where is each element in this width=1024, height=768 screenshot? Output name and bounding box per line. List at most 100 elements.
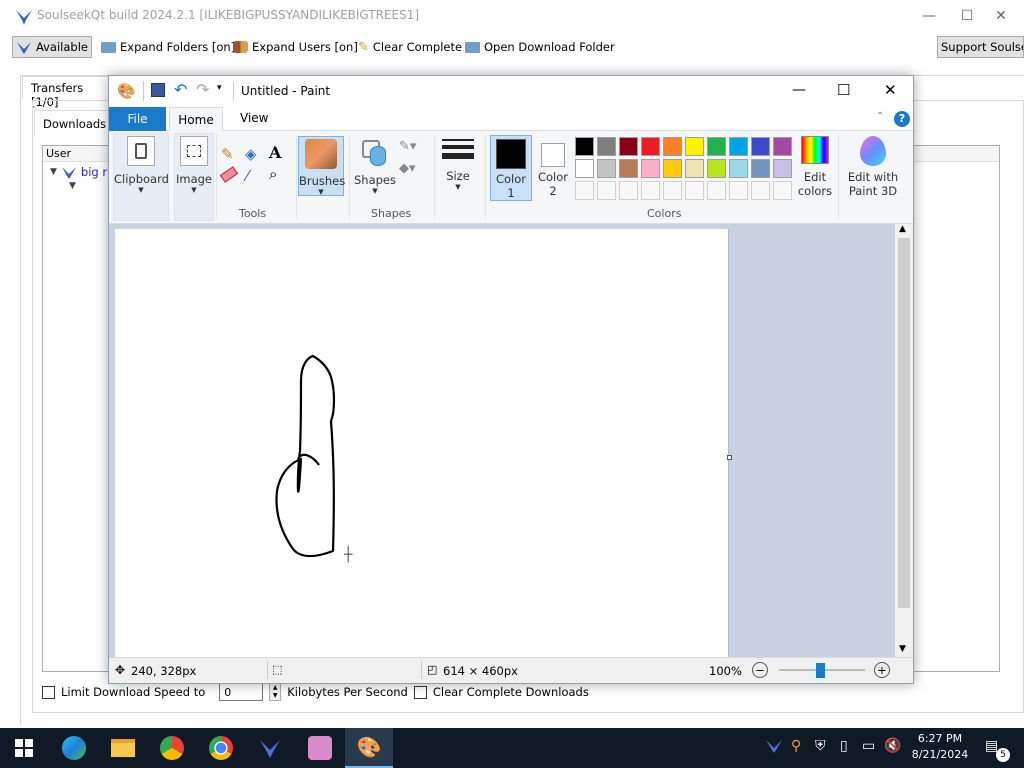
edit-with-paint3d-button[interactable]: Edit with Paint 3D bbox=[843, 136, 903, 198]
color-picker-icon[interactable]: ⁄ bbox=[246, 167, 249, 185]
palette-swatch[interactable] bbox=[751, 137, 770, 156]
clear-complete-button[interactable]: ✎ Clear Complete bbox=[355, 36, 465, 58]
limit-speed-checkbox[interactable] bbox=[42, 685, 55, 699]
palette-swatch[interactable] bbox=[663, 137, 682, 156]
shapes-button[interactable]: Shapes ▼ bbox=[352, 136, 398, 195]
volume-muted-icon[interactable]: 🔇 bbox=[884, 738, 901, 754]
palette-swatch[interactable] bbox=[751, 181, 770, 200]
status-available-button[interactable]: Available bbox=[12, 36, 92, 58]
palette-swatch[interactable] bbox=[773, 159, 792, 178]
clipboard-button[interactable]: Clipboard ▼ bbox=[114, 136, 169, 194]
palette-swatch[interactable] bbox=[641, 137, 660, 156]
zoom-slider-thumb[interactable] bbox=[816, 663, 825, 678]
tab-home[interactable]: Home bbox=[169, 107, 223, 132]
paint-taskbar-button[interactable]: 🎨 bbox=[345, 728, 393, 768]
palette-swatch[interactable] bbox=[575, 159, 594, 178]
clock[interactable]: 6:27 PM 8/21/2024 bbox=[904, 731, 976, 763]
paint-minimize-button[interactable]: — bbox=[792, 82, 806, 98]
edge-taskbar-button[interactable] bbox=[50, 728, 98, 768]
scroll-down-icon[interactable]: ▼ bbox=[899, 644, 906, 654]
palette-swatch[interactable] bbox=[597, 159, 616, 178]
outline-icon[interactable]: ✎▾ bbox=[399, 139, 416, 154]
palette-swatch[interactable] bbox=[619, 137, 638, 156]
shape-fill-icon[interactable]: ◆▾ bbox=[399, 161, 416, 176]
chrome-profile-taskbar-button[interactable] bbox=[148, 728, 196, 768]
expand-folders-button[interactable]: Expand Folders [on] bbox=[98, 36, 238, 58]
expand-users-button[interactable]: Expand Users [on] bbox=[230, 36, 361, 58]
scroll-up-icon[interactable]: ▲ bbox=[899, 224, 906, 234]
tab-transfers[interactable]: Transfers [1/0] bbox=[22, 76, 110, 109]
tab-view[interactable]: View bbox=[240, 111, 268, 125]
palette-swatch[interactable] bbox=[663, 181, 682, 200]
edit-colors-button[interactable]: Edit colors bbox=[797, 136, 833, 198]
collapse-ribbon-icon[interactable]: ⌃ bbox=[876, 111, 884, 122]
explorer-taskbar-button[interactable] bbox=[99, 728, 147, 768]
open-download-folder-button[interactable]: Open Download Folder bbox=[462, 36, 618, 58]
size-button[interactable]: Size ▼ bbox=[439, 136, 477, 191]
palette-swatch[interactable] bbox=[729, 181, 748, 200]
device-tray-icon[interactable]: ▯ bbox=[840, 738, 848, 754]
palette-swatch[interactable] bbox=[685, 181, 704, 200]
zoom-in-icon[interactable]: + bbox=[874, 662, 890, 678]
palette-swatch[interactable] bbox=[575, 181, 594, 200]
palette-swatch[interactable] bbox=[597, 137, 616, 156]
palette-swatch[interactable] bbox=[641, 159, 660, 178]
brushes-button[interactable]: Brushes ▼ bbox=[298, 136, 345, 196]
palette-swatch[interactable] bbox=[597, 181, 616, 200]
palette-swatch[interactable] bbox=[751, 159, 770, 178]
customize-quick-access-icon[interactable]: ▾ bbox=[217, 83, 222, 93]
support-soulseek-button[interactable]: Support Soulseek bbox=[937, 36, 1024, 58]
defender-tray-icon[interactable]: ⛨ bbox=[815, 738, 826, 754]
image-button[interactable]: Image ▼ bbox=[175, 136, 213, 194]
palette-swatch[interactable] bbox=[707, 137, 726, 156]
soulseek-taskbar-button[interactable] bbox=[246, 728, 294, 768]
speed-spinner[interactable]: ▲ ▼ bbox=[269, 683, 282, 701]
palette-swatch[interactable] bbox=[707, 159, 726, 178]
redo-icon[interactable]: ↷ bbox=[196, 80, 209, 99]
pencil-icon[interactable]: ✎ bbox=[221, 145, 234, 163]
palette-swatch[interactable] bbox=[641, 181, 660, 200]
eraser-icon[interactable] bbox=[219, 166, 239, 183]
palette-swatch[interactable] bbox=[773, 181, 792, 200]
start-button[interactable] bbox=[0, 728, 48, 768]
clear-complete-downloads-checkbox[interactable] bbox=[413, 685, 427, 699]
list-item[interactable]: ▼ big r bbox=[50, 165, 107, 179]
palette-swatch[interactable] bbox=[685, 159, 704, 178]
text-icon[interactable]: A bbox=[269, 143, 281, 162]
expand-arrow-icon[interactable]: ▼ bbox=[69, 181, 76, 191]
color1-button[interactable]: Color 1 bbox=[490, 135, 532, 201]
resize-handle[interactable] bbox=[727, 455, 732, 460]
drawing-canvas[interactable]: ┼ bbox=[115, 229, 732, 657]
tab-downloads[interactable]: Downloads bbox=[34, 110, 110, 136]
save-icon[interactable] bbox=[151, 83, 165, 97]
chrome-taskbar-button[interactable] bbox=[197, 728, 245, 768]
search-tray-icon[interactable]: ⚲ bbox=[791, 738, 801, 754]
undo-icon[interactable]: ↶ bbox=[174, 80, 187, 99]
soulseek-tray-icon[interactable] bbox=[765, 738, 783, 758]
network-tray-icon[interactable]: ▭ bbox=[862, 738, 875, 754]
palette-swatch[interactable] bbox=[773, 137, 792, 156]
magnifier-icon[interactable]: ⌕ bbox=[269, 165, 277, 183]
palette-swatch[interactable] bbox=[619, 181, 638, 200]
vertical-scrollbar[interactable]: ▲ ▼ bbox=[895, 224, 913, 657]
soulseek-close-button[interactable]: ✕ bbox=[978, 0, 1024, 32]
paint-maximize-button[interactable]: ☐ bbox=[837, 81, 850, 99]
help-icon[interactable]: ? bbox=[894, 111, 910, 127]
zoom-out-icon[interactable]: − bbox=[752, 662, 768, 678]
clipboard-icon bbox=[127, 136, 155, 166]
paint-close-button[interactable]: ✕ bbox=[884, 81, 897, 99]
palette-swatch[interactable] bbox=[707, 181, 726, 200]
color2-button[interactable]: Color 2 bbox=[535, 135, 571, 198]
palette-swatch[interactable] bbox=[619, 159, 638, 178]
palette-swatch[interactable] bbox=[685, 137, 704, 156]
palette-swatch[interactable] bbox=[729, 137, 748, 156]
speed-limit-input[interactable] bbox=[219, 683, 264, 701]
palette-swatch[interactable] bbox=[663, 159, 682, 178]
expand-arrow-icon[interactable]: ▼ bbox=[50, 167, 57, 177]
palette-swatch[interactable] bbox=[729, 159, 748, 178]
scroll-thumb[interactable] bbox=[898, 238, 910, 608]
palette-swatch[interactable] bbox=[575, 137, 594, 156]
fill-icon[interactable]: ◈ bbox=[245, 145, 257, 163]
app-taskbar-button[interactable] bbox=[296, 728, 344, 768]
tab-file[interactable]: File bbox=[109, 107, 166, 131]
